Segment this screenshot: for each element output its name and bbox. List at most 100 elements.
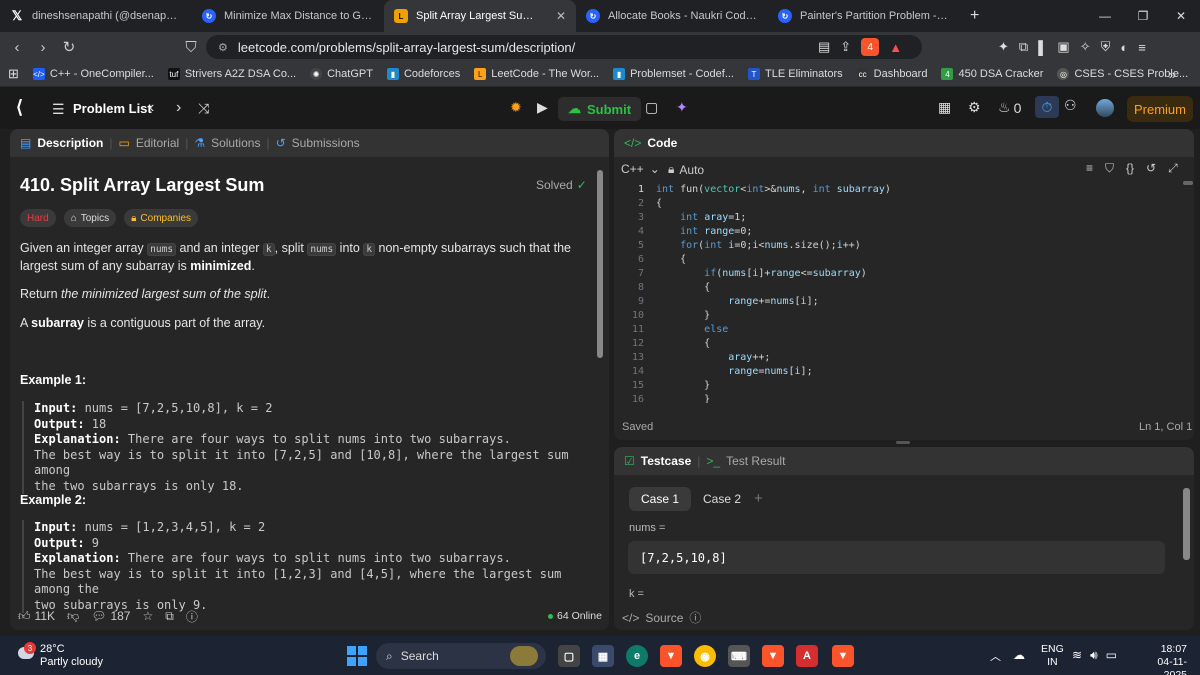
tab-editorial[interactable]: Editorial [136,136,179,150]
reload-icon[interactable]: ↻ [56,34,82,60]
bookmark-codeforces[interactable]: ▮ Codeforces [386,68,460,80]
forward-icon[interactable]: › [30,34,56,60]
tray-overflow-icon[interactable]: ︿ [990,648,1001,664]
leo-ai-icon[interactable]: ✧ [1080,39,1091,55]
keyboard-app-icon[interactable]: ⌨ [728,645,750,667]
language-select[interactable]: C++ ⌄ [621,162,660,176]
like-button[interactable]: 👍︎ 11K [18,609,55,624]
tab-submissions[interactable]: Submissions [292,136,360,150]
back-icon[interactable]: ‹ [4,34,30,60]
tab-test-result[interactable]: Test Result [726,454,785,468]
testcase-scrollbar[interactable] [1183,488,1190,560]
dislike-button[interactable]: 👎︎ [67,609,79,624]
format-icon[interactable]: ≡ [1086,161,1093,176]
share-out-icon[interactable]: ⧉ [165,609,174,624]
streak-counter[interactable]: ♨ 0 [998,99,1021,116]
edge-icon[interactable]: e [626,645,648,667]
restore-icon[interactable]: ❐ [1124,0,1162,32]
sidebar-icon[interactable]: ▌ [1038,40,1047,55]
browser-tab-leetcode[interactable]: L Split Array Largest Sum - LeetCo ✕ [384,0,576,32]
clock[interactable]: 18:07 04-11-2025 [1135,643,1187,675]
url-field[interactable]: ⚙ leetcode.com/problems/split-array-larg… [206,35,922,59]
tab-solutions[interactable]: Solutions [211,136,260,150]
acrobat-icon[interactable]: A [796,645,818,667]
layout-icon[interactable]: ▦ [938,99,951,116]
windows-start-icon[interactable] [347,646,367,666]
bookmark-leetcode[interactable]: L LeetCode - The Wor... [474,68,599,80]
fullscreen-icon[interactable]: ⤢ [1168,161,1178,176]
tab-testcase[interactable]: Testcase [641,454,691,468]
brave-rewards-icon[interactable]: ▲ [889,40,902,55]
nums-input[interactable]: [7,2,5,10,8] [628,541,1165,574]
brave-nightly-icon[interactable]: ▼ [832,645,854,667]
close-tab-icon[interactable]: ✕ [556,9,566,23]
site-info-icon[interactable]: ⚙ [218,41,228,54]
avatar[interactable] [1096,99,1114,117]
taskbar-search[interactable]: ⌕ Search [376,643,546,669]
reader-mode-icon[interactable]: ▤ [818,39,830,55]
bookmark-onecompiler[interactable]: </> C++ - OneCompiler... [32,68,154,80]
share-icon[interactable]: ⇪ [840,39,851,55]
close-window-icon[interactable]: ✕ [1162,0,1200,32]
topics-tag[interactable]: ⌂ Topics [63,209,117,227]
companies-tag[interactable]: 🔒︎ Companies [124,209,199,227]
code-editor[interactable]: 1 int fun(vector<int>&nums, int subarray)… [614,183,1194,403]
panel-resize-handle[interactable] [896,441,910,444]
problem-list-link[interactable]: Problem List [73,101,152,116]
browser-tab-allocate-books[interactable]: ↻ Allocate Books - Naukri Code 360 [576,0,768,32]
system-tray[interactable]: ≋ 🔊︎ ▭ [1072,648,1117,663]
settings-gear-icon[interactable]: ⚙ [968,99,981,116]
profile-icon[interactable]: ◐ [1120,40,1128,55]
random-problem-icon[interactable]: ⤨ [198,100,209,117]
new-tab-button[interactable]: + [960,0,990,32]
help-icon[interactable]: ⓘ [186,608,198,625]
wallet-icon[interactable]: ▣ [1057,39,1069,55]
leetcode-logo-icon[interactable]: ⟨ [16,97,23,118]
browser-tab-gas-station[interactable]: ↻ Minimize Max Distance to Gas Station [192,0,384,32]
timer-icon[interactable]: ⏱ [1035,96,1059,118]
case-2-tab[interactable]: Case 2 [691,487,753,511]
case-1-tab[interactable]: Case 1 [629,487,692,511]
minimize-icon[interactable]: — [1086,0,1124,32]
submit-button[interactable]: ☁ Submit [558,97,642,121]
more-bookmarks-icon[interactable]: » [1169,67,1176,82]
bookmark-chatgpt[interactable]: ✺ ChatGPT [310,68,373,80]
bookmark-problemset[interactable]: ▮ Problemset - Codef... [613,68,734,80]
bookmark-strivers[interactable]: tuf Strivers A2Z DSA Co... [167,68,296,80]
browser-tab-x[interactable]: 𝕏 dineshsenapathi (@dsenapathi4) / X [0,0,192,32]
reset-icon[interactable]: ↺ [1146,161,1156,176]
apps-grid-icon[interactable]: ⊞ [8,66,19,82]
comments-button[interactable]: 💬︎ 187 [91,609,130,623]
run-icon[interactable]: ▶ [537,99,548,116]
prev-problem-icon[interactable]: ‹ [149,99,154,117]
description-scrollbar[interactable] [597,170,603,358]
difficulty-badge[interactable]: Hard [20,209,56,227]
menu-icon[interactable]: ≡ [1138,40,1146,55]
vpn-icon[interactable]: ⛨ [1101,39,1111,55]
bookmark-tle[interactable]: T TLE Eliminators [748,68,843,80]
tab-description[interactable]: Description [37,136,103,150]
weather-widget-icon[interactable]: 3 [14,642,36,665]
star-icon[interactable]: ☆ [142,609,153,623]
task-view-icon[interactable]: ▢ [558,645,580,667]
bookmark-dashboard[interactable]: cc Dashboard [856,68,927,80]
next-problem-icon[interactable]: › [176,99,181,117]
onedrive-icon[interactable]: ☁ [1013,648,1025,662]
ai-assist-icon[interactable]: ✦ [676,99,688,116]
screenshot-icon[interactable]: ⧉ [1019,39,1028,55]
store-icon[interactable]: ▦ [592,645,614,667]
extensions-icon[interactable]: ✦ [998,39,1009,55]
brave-icon[interactable]: ▼ [660,645,682,667]
premium-button[interactable]: Premium [1127,96,1193,122]
brave-shields-icon[interactable]: 4 [861,38,880,56]
bookmark-icon[interactable]: ⛉ [1105,161,1114,176]
brave-beta-icon[interactable]: ▼ [762,645,784,667]
weather-text[interactable]: 28°C Partly cloudy [40,643,103,669]
browser-tab-painters[interactable]: ↻ Painter's Partition Problem - Naukri C [768,0,960,32]
braces-icon[interactable]: {} [1126,161,1134,176]
problem-list-icon[interactable]: ☰ [52,101,65,118]
add-case-icon[interactable]: + [754,490,763,507]
editor-scrollbar[interactable] [1183,181,1193,185]
auto-mode[interactable]: 🔒︎ Auto [668,162,704,177]
language-indicator[interactable]: ENG IN [1041,643,1064,669]
